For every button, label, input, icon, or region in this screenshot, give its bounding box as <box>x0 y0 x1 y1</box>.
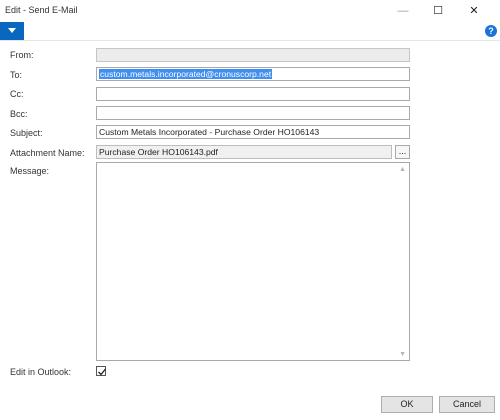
bcc-label: Bcc: <box>10 109 28 119</box>
to-label: To: <box>10 70 23 80</box>
message-textarea[interactable]: ▲ ▼ <box>96 162 410 361</box>
minimize-button[interactable]: — <box>388 0 418 22</box>
bcc-field[interactable] <box>96 106 410 120</box>
to-field[interactable]: custom.metals.incorporated@cronuscorp.ne… <box>96 67 410 81</box>
action-bar: ? <box>0 22 500 41</box>
edit-in-outlook-checkbox[interactable] <box>96 366 107 376</box>
title-bar: Edit - Send E-Mail — ☐ ✕ <box>0 0 500 22</box>
subject-field[interactable]: Custom Metals Incorporated - Purchase Or… <box>96 125 410 139</box>
maximize-button[interactable]: ☐ <box>423 0 453 22</box>
subject-label: Subject: <box>10 128 43 138</box>
ok-button[interactable]: OK <box>381 396 433 413</box>
cc-label: Cc: <box>10 89 24 99</box>
scroll-down-icon[interactable]: ▼ <box>399 351 406 358</box>
attachment-name-label: Attachment Name: <box>10 148 85 158</box>
chevron-down-icon <box>8 28 16 33</box>
close-button[interactable]: ✕ <box>459 0 489 22</box>
checkmark-icon <box>98 368 107 376</box>
help-icon[interactable]: ? <box>485 25 497 37</box>
window-title: Edit - Send E-Mail <box>5 5 78 15</box>
attachment-name-field: Purchase Order HO106143.pdf <box>96 145 392 159</box>
from-field <box>96 48 410 62</box>
message-label: Message: <box>10 166 50 176</box>
edit-in-outlook-label: Edit in Outlook: <box>10 367 72 377</box>
from-label: From: <box>10 50 34 60</box>
menu-dropdown-button[interactable] <box>0 22 24 40</box>
scroll-up-icon[interactable]: ▲ <box>399 166 406 173</box>
cc-field[interactable] <box>96 87 410 101</box>
cancel-button[interactable]: Cancel <box>439 396 495 413</box>
attachment-browse-button[interactable]: ... <box>395 145 410 159</box>
to-field-selected-text: custom.metals.incorporated@cronuscorp.ne… <box>99 69 273 79</box>
